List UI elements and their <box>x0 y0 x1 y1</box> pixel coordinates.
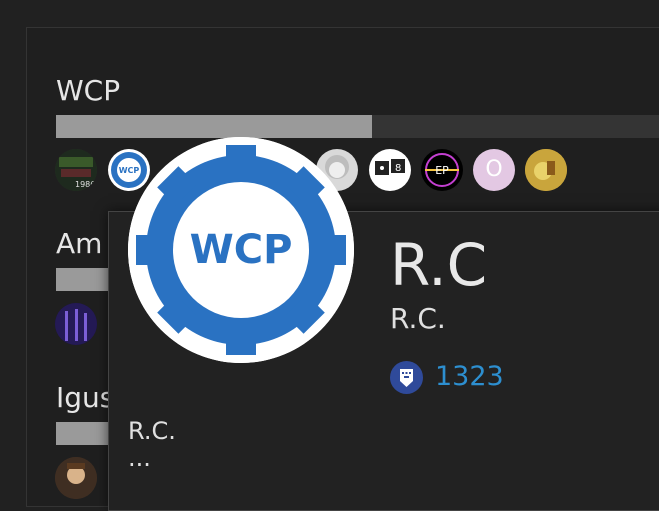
progress-bar-fill <box>56 115 372 138</box>
section-title-am[interactable]: Am <box>56 230 102 258</box>
svg-text:WCP: WCP <box>190 227 293 273</box>
avatar-image <box>525 149 567 191</box>
user-username: R.C. <box>390 302 446 335</box>
trust-badge-icon <box>390 361 423 394</box>
avatar-letter: O <box>485 157 503 182</box>
progress-bar <box>56 115 659 138</box>
avatar-1986[interactable]: 1986 <box>55 149 97 191</box>
wcp-gear-icon: WCP <box>128 137 354 363</box>
user-bio-more: ... <box>128 444 151 472</box>
avatar-forest[interactable] <box>55 303 97 345</box>
avatar-cartoon[interactable] <box>525 149 567 191</box>
avatar-o[interactable]: O <box>473 149 515 191</box>
avatar-image <box>55 457 97 499</box>
avatar-image: 1986 <box>55 149 97 191</box>
user-bio: R.C. <box>128 417 176 445</box>
wcp-gear-icon: WCP <box>111 152 147 188</box>
svg-text:WCP: WCP <box>119 166 140 175</box>
svg-text:8: 8 <box>395 163 401 174</box>
avatar-wcp[interactable]: WCP <box>108 149 150 191</box>
section-title-igus[interactable]: Igus <box>56 384 114 412</box>
section-title-wcp[interactable]: WCP <box>56 77 120 105</box>
avatar-image: EP <box>425 153 459 187</box>
progress-bar <box>56 268 116 291</box>
progress-bar <box>56 422 116 445</box>
avatar-ep[interactable]: EP <box>421 149 463 191</box>
avatar-character[interactable] <box>55 457 97 499</box>
user-score: 1323 <box>435 361 504 392</box>
badge-icon <box>400 369 413 387</box>
user-display-name[interactable]: R.C <box>390 236 487 294</box>
progress-bar-fill <box>56 268 116 291</box>
avatar-dice[interactable]: 8 <box>369 149 411 191</box>
svg-text:EP: EP <box>435 164 449 177</box>
avatar-image <box>55 303 97 345</box>
progress-bar-fill <box>56 422 116 445</box>
dice-icon: 8 <box>375 159 405 175</box>
user-card-avatar[interactable]: WCP <box>128 137 354 363</box>
